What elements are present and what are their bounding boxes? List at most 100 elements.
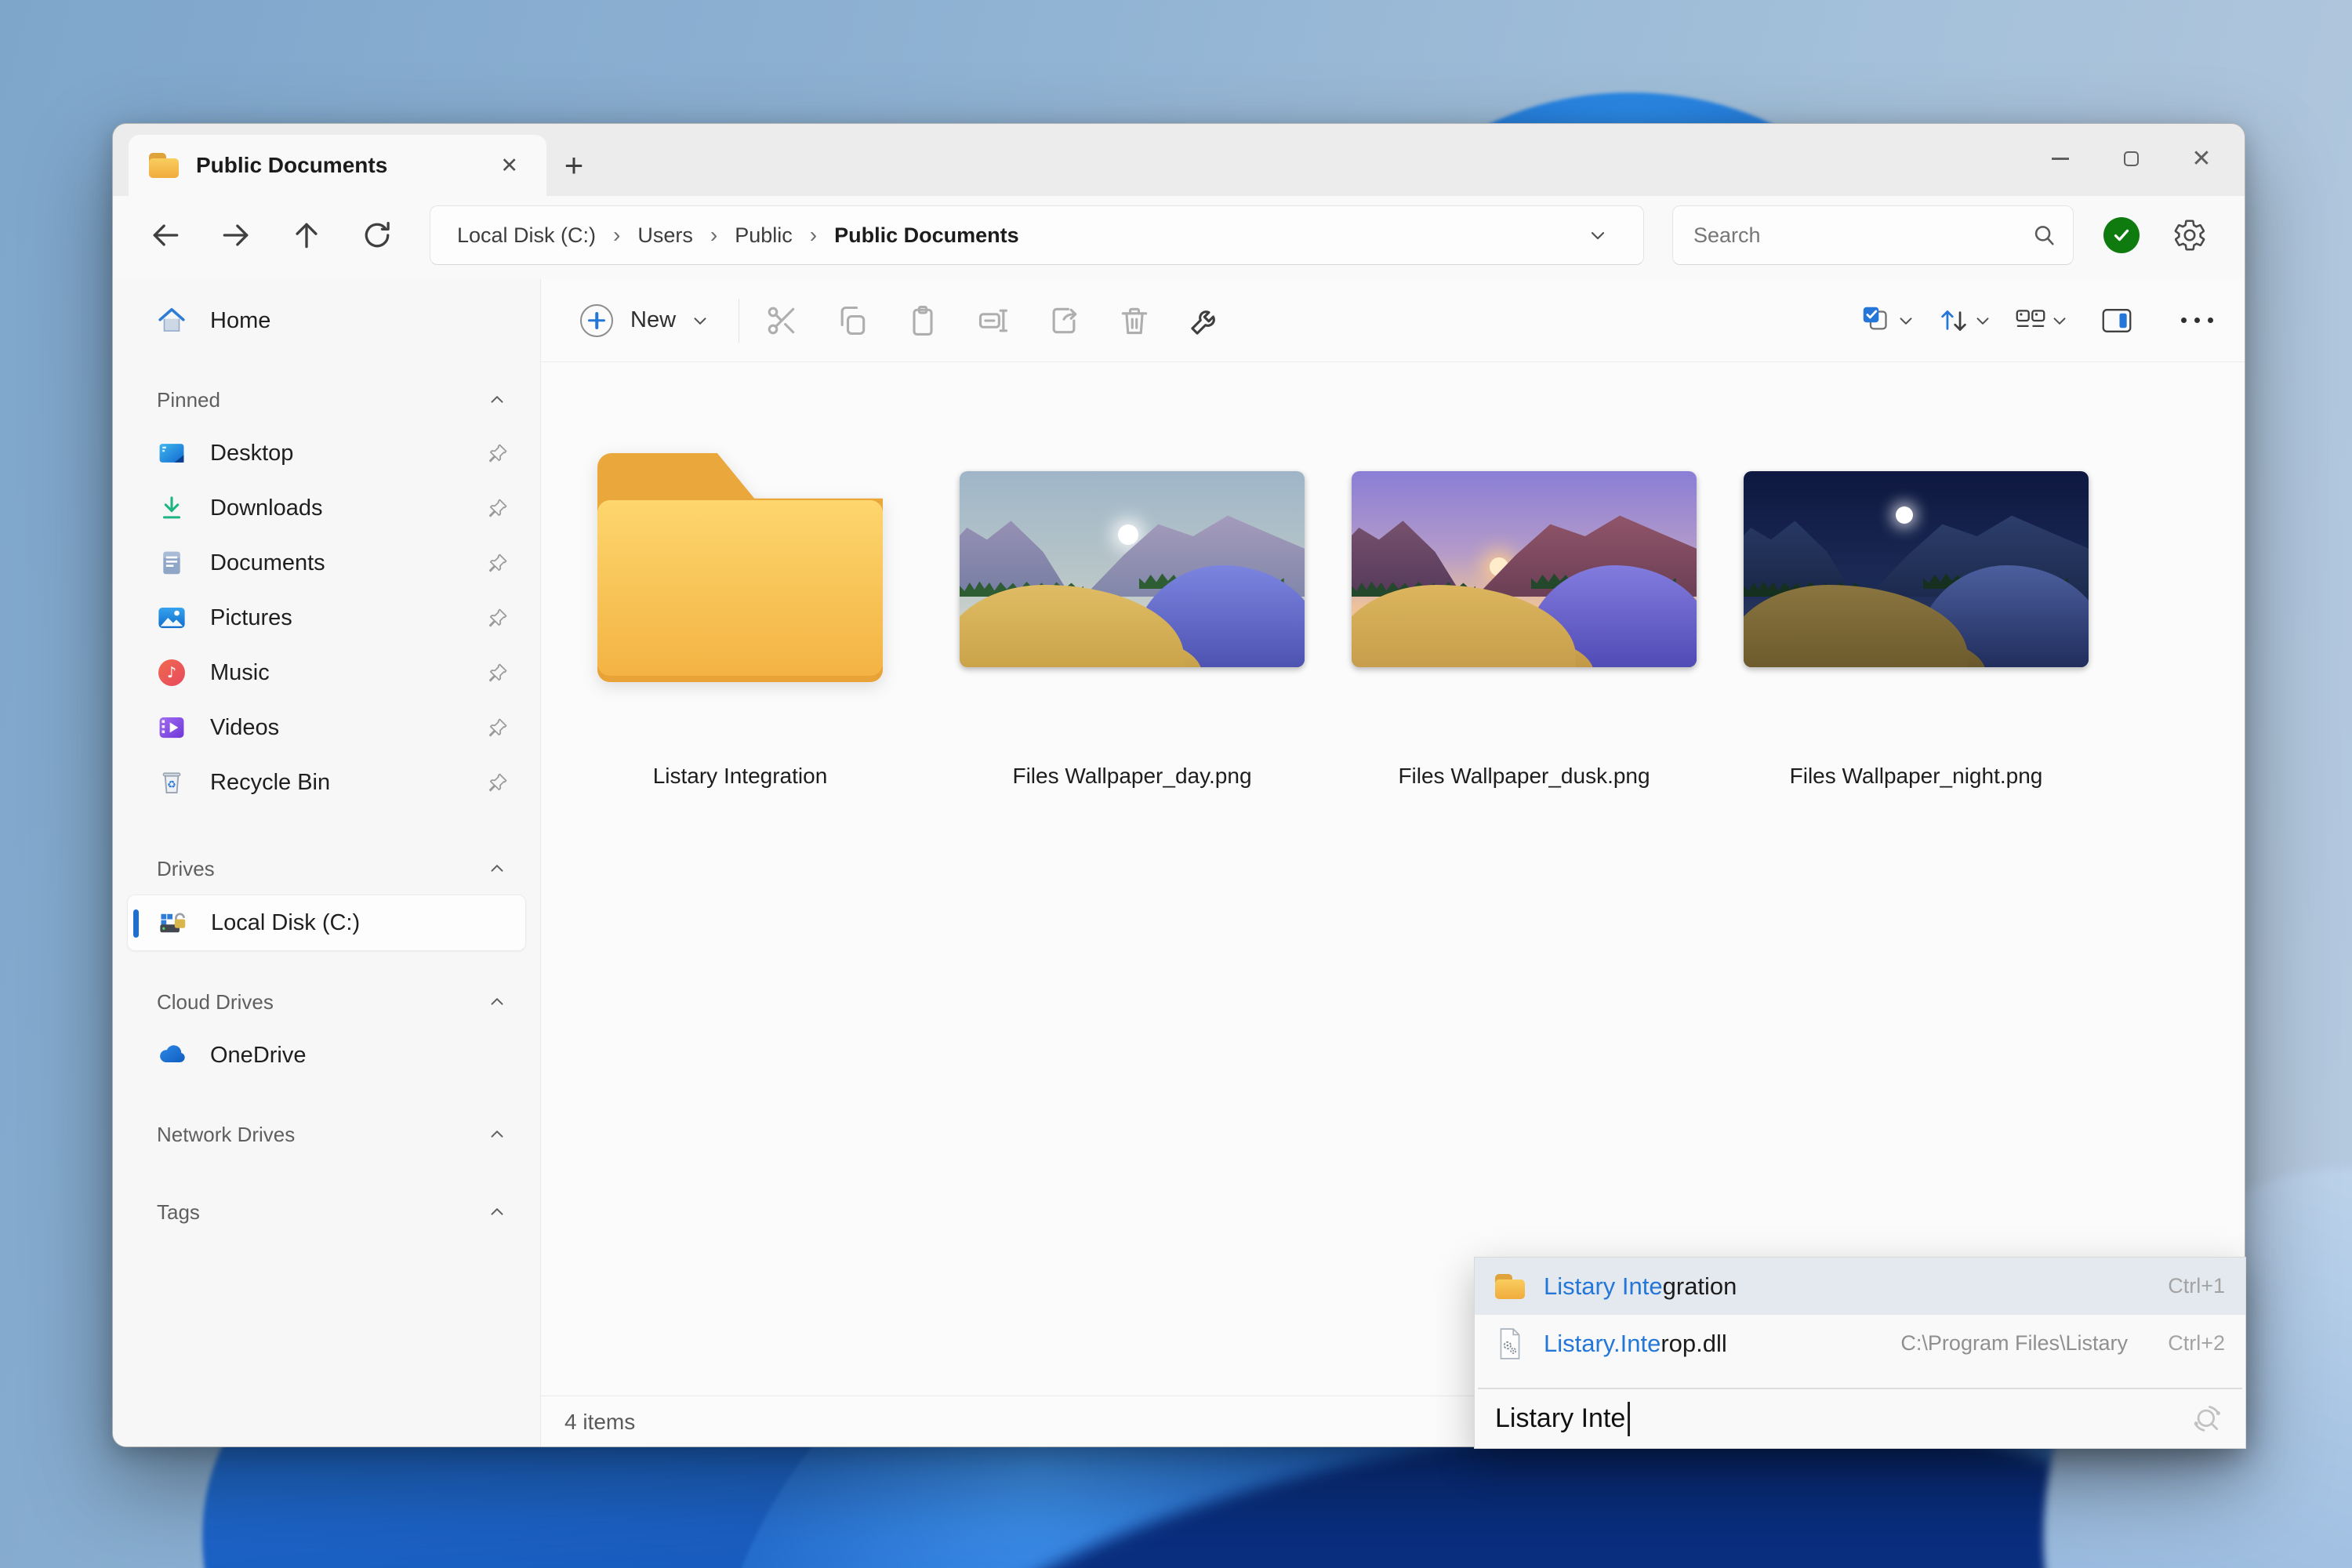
chevron-up-icon[interactable] — [487, 992, 507, 1012]
sidebar-item-downloads[interactable]: Downloads — [113, 481, 540, 535]
videos-icon — [157, 713, 187, 742]
sidebar-section-network-drives[interactable]: Network Drives — [113, 1109, 540, 1160]
chevron-down-icon[interactable] — [1973, 310, 1993, 331]
file-tile-folder[interactable]: Listary Integration — [568, 453, 913, 789]
copy-button[interactable] — [833, 302, 871, 339]
sidebar-section-drives[interactable]: Drives — [113, 843, 540, 895]
status-check-badge[interactable] — [2103, 217, 2140, 253]
local-disk-icon — [158, 908, 187, 938]
pin-icon[interactable] — [487, 607, 509, 629]
sidebar: Home Pinned Desktop Downloads Documents … — [113, 279, 541, 1446]
sidebar-item-documents[interactable]: Documents — [113, 535, 540, 590]
navigation-bar: Local Disk (C:) › Users › Public › Publi… — [113, 196, 2245, 279]
listary-result-row[interactable]: Listary Integration Ctrl+1 — [1475, 1258, 2245, 1315]
back-button[interactable] — [147, 217, 183, 253]
downloads-icon — [157, 493, 187, 523]
listary-search-input[interactable]: Listary Inte — [1475, 1389, 2245, 1448]
recycle-bin-icon: ♻ — [157, 768, 187, 797]
new-tab-button[interactable]: + — [546, 135, 601, 196]
file-tile-image-day[interactable]: Files Wallpaper_day.png — [960, 453, 1305, 789]
share-button[interactable] — [1045, 302, 1083, 339]
tab-title: Public Documents — [196, 153, 388, 177]
sidebar-item-onedrive[interactable]: OneDrive — [113, 1028, 540, 1083]
pin-icon[interactable] — [487, 552, 509, 574]
chevron-down-icon[interactable] — [1896, 310, 1916, 331]
listary-search-icon — [2189, 1401, 2225, 1437]
chevron-down-icon[interactable] — [2049, 310, 2070, 331]
result-shortcut: Ctrl+1 — [2168, 1274, 2225, 1298]
listary-query-text: Listary Inte — [1495, 1403, 1626, 1433]
image-thumbnail-night — [1744, 471, 2089, 667]
select-button[interactable] — [1858, 302, 1896, 339]
address-dropdown-chevron-icon[interactable] — [1587, 224, 1623, 246]
settings-gear-icon[interactable] — [2172, 218, 2207, 252]
search-box[interactable] — [1672, 205, 2074, 265]
file-tile-image-dusk[interactable]: Files Wallpaper_dusk.png — [1352, 453, 1697, 789]
breadcrumb-item[interactable]: Public — [728, 219, 799, 252]
breadcrumb-item-current[interactable]: Public Documents — [828, 219, 1025, 252]
folder-icon — [149, 153, 179, 179]
breadcrumb-separator: › — [613, 223, 621, 247]
search-icon — [2031, 222, 2057, 249]
minimize-button[interactable] — [2025, 124, 2096, 193]
toolbar: New — [541, 279, 2245, 362]
more-options-button[interactable] — [2173, 318, 2213, 323]
window-controls: ✕ — [2025, 124, 2237, 193]
pin-icon[interactable] — [487, 662, 509, 684]
desktop: Public Documents ✕ + ✕ Local Disk (C:) ›… — [0, 0, 2352, 1568]
chevron-up-icon[interactable] — [487, 858, 507, 879]
pin-icon[interactable] — [487, 771, 509, 793]
dll-file-icon — [1495, 1327, 1525, 1360]
sidebar-section-cloud-drives[interactable]: Cloud Drives — [113, 976, 540, 1028]
sidebar-item-label: Home — [210, 307, 271, 333]
chevron-up-icon[interactable] — [487, 1202, 507, 1222]
delete-button[interactable] — [1116, 302, 1153, 339]
folder-icon — [1495, 1273, 1525, 1299]
documents-icon — [157, 548, 187, 578]
items-count: 4 items — [564, 1410, 636, 1434]
sidebar-item-desktop[interactable]: Desktop — [113, 426, 540, 481]
search-input[interactable] — [1693, 223, 2031, 248]
pin-icon[interactable] — [487, 717, 509, 739]
tab-public-documents[interactable]: Public Documents ✕ — [129, 135, 546, 196]
text-caret — [1628, 1401, 1631, 1436]
new-button[interactable]: New — [568, 296, 723, 345]
forward-button[interactable] — [218, 217, 254, 253]
chevron-up-icon[interactable] — [487, 1124, 507, 1145]
cut-button[interactable] — [763, 302, 800, 339]
sort-button[interactable] — [1935, 302, 1973, 339]
pin-icon[interactable] — [487, 497, 509, 519]
pin-icon[interactable] — [487, 442, 509, 464]
file-name: Files Wallpaper_night.png — [1789, 764, 2043, 788]
up-button[interactable] — [289, 217, 325, 253]
layout-view-button[interactable] — [2012, 302, 2049, 339]
sidebar-section-pinned[interactable]: Pinned — [113, 374, 540, 426]
chevron-up-icon[interactable] — [487, 390, 507, 410]
sidebar-item-pictures[interactable]: Pictures — [113, 590, 540, 645]
paste-button[interactable] — [904, 302, 942, 339]
maximize-button[interactable] — [2096, 124, 2166, 193]
sidebar-item-music[interactable]: ♪ Music — [113, 645, 540, 700]
tab-close-icon[interactable]: ✕ — [492, 151, 526, 181]
listary-result-row[interactable]: Listary.Interop.dll C:\Program Files\Lis… — [1475, 1315, 2245, 1372]
folder-icon-large — [591, 453, 889, 685]
image-thumbnail-dusk — [1352, 471, 1697, 667]
refresh-button[interactable] — [359, 217, 395, 253]
sidebar-item-local-disk-c[interactable]: Local Disk (C:) — [127, 895, 526, 951]
tab-bar: Public Documents ✕ + ✕ — [113, 124, 2245, 196]
result-shortcut: Ctrl+2 — [2168, 1331, 2225, 1355]
tools-wrench-button[interactable] — [1186, 302, 1224, 339]
file-tile-image-night[interactable]: Files Wallpaper_night.png — [1744, 453, 2089, 789]
sidebar-item-recycle-bin[interactable]: ♻ Recycle Bin — [113, 755, 540, 810]
rename-button[interactable] — [975, 302, 1012, 339]
address-bar[interactable]: Local Disk (C:) › Users › Public › Publi… — [430, 205, 1644, 265]
details-pane-button[interactable] — [2098, 302, 2136, 339]
sidebar-item-videos[interactable]: Videos — [113, 700, 540, 755]
sidebar-item-home[interactable]: Home — [113, 295, 540, 347]
breadcrumb-item[interactable]: Users — [631, 219, 699, 252]
image-thumbnail-day — [960, 471, 1305, 667]
sidebar-section-tags[interactable]: Tags — [113, 1186, 540, 1238]
file-grid: Listary Integration Files Wallpaper_day.… — [541, 362, 2245, 1396]
close-button[interactable]: ✕ — [2166, 124, 2237, 193]
breadcrumb-item[interactable]: Local Disk (C:) — [451, 219, 602, 252]
